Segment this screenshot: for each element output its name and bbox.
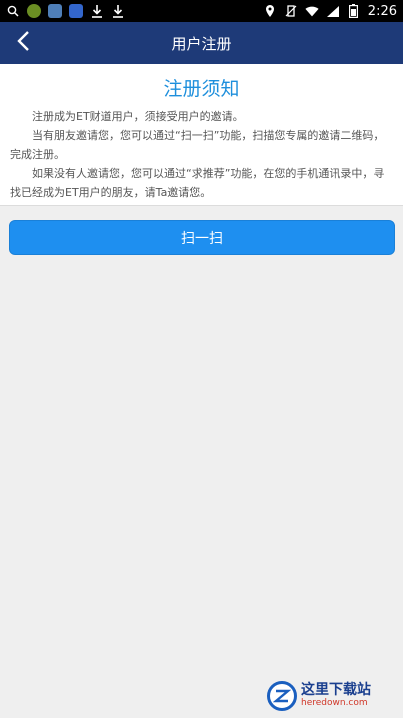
registration-notice: 注册须知 注册成为ET财道用户，须接受用户的邀请。 当有朋友邀请您，您可以通过“… (0, 64, 403, 206)
watermark-logo: 这里下载站 heredown.com (267, 680, 399, 712)
battery-icon (347, 4, 361, 18)
status-left-icons (6, 4, 125, 18)
download-icon (111, 4, 125, 18)
status-right-icons: 2:26 (263, 4, 397, 19)
site-logo-icon (267, 681, 297, 711)
wifi-icon (305, 4, 319, 18)
download-icon (90, 4, 104, 18)
watermark-en: heredown.com (301, 697, 368, 708)
status-bar: 2:26 (0, 0, 403, 22)
gallery-icon (48, 4, 62, 18)
watermark-cn: 这里下载站 (301, 682, 371, 699)
page-title: 用户注册 (171, 34, 232, 53)
status-time: 2:26 (367, 3, 397, 19)
notice-title: 注册须知 (163, 78, 240, 100)
vibrate-icon (284, 4, 298, 18)
scan-button[interactable]: 扫一扫 (9, 220, 395, 255)
notice-paragraph: 当有朋友邀请您，您可以通过“扫一扫”功能，扫描您专属的邀请二维码，完成注册。 (10, 129, 385, 161)
back-button[interactable] (8, 28, 38, 58)
baidu-icon (69, 4, 83, 18)
notice-paragraph: 注册成为ET财道用户，须接受用户的邀请。 (32, 110, 244, 123)
location-icon (263, 4, 277, 18)
signal-icon (326, 4, 340, 18)
search-icon (6, 4, 20, 18)
watermark-text: 这里下载站 heredown.com (301, 682, 371, 708)
app-notification-icon (27, 4, 41, 18)
notice-paragraph: 如果没有人邀请您，您可以通过“求推荐”功能，在您的手机通讯录中，寻找已经成为ET… (10, 167, 385, 199)
nav-bar: 用户注册 (0, 22, 403, 64)
chevron-left-icon (16, 30, 30, 56)
